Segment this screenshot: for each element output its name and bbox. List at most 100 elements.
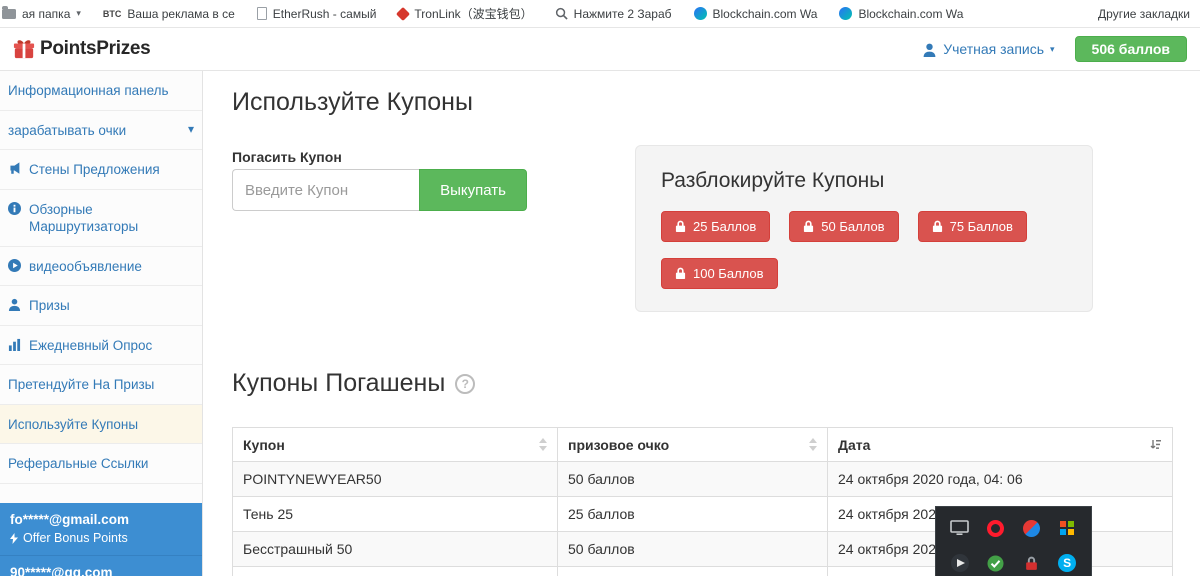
sidebar-item-video-ads[interactable]: видеообъявление — [0, 247, 202, 287]
lock-icon[interactable] — [1014, 549, 1050, 576]
unlock-100-button[interactable]: 100 Баллов — [661, 258, 778, 289]
cell-coupon: Бесстрашный 50 — [233, 532, 558, 567]
unlock-button-label: 25 Баллов — [693, 219, 756, 234]
logo-text: PointsPrizes — [40, 38, 150, 60]
bookmark-item[interactable]: TronLink（波宝钱包） — [398, 5, 532, 22]
sidebar-accounts: fo*****@gmail.com Offer Bonus Points 90*… — [0, 503, 202, 576]
column-header-coupon[interactable]: Купон — [233, 428, 558, 462]
sidebar-item-label: Информационная панель — [8, 82, 169, 100]
table-row: POINTYNEWYEAR50 50 баллов 24 октября 202… — [233, 462, 1173, 497]
unlock-coupons-card: Разблокируйте Купоны 25 Баллов 50 Баллов… — [635, 145, 1093, 312]
sidebar-item-offer-walls[interactable]: Стены Предложения — [0, 150, 202, 190]
sidebar-item-label: Претендуйте На Призы — [8, 376, 154, 394]
sidebar-item-survey-routers[interactable]: Обзорные Маршрутизаторы — [0, 190, 202, 247]
table-header-row: Купон призовое очко Дата — [233, 428, 1173, 462]
cell-points: 50 баллов — [558, 462, 828, 497]
sidebar: Информационная панель зарабатывать очки … — [0, 71, 203, 576]
bookmark-item[interactable]: Blockchain.com Wa — [839, 7, 963, 21]
folder-icon — [2, 9, 16, 19]
account-label: Учетная запись — [943, 41, 1044, 57]
column-header-label: призовое очко — [568, 437, 669, 453]
sort-both-icon — [539, 438, 547, 451]
bolt-icon — [10, 533, 18, 544]
chevron-down-icon: ▾ — [76, 8, 81, 19]
app-header: PointsPrizes Учетная запись ▾ 506 баллов — [0, 28, 1200, 71]
pointsprizes-logo[interactable]: PointsPrizes — [13, 38, 150, 60]
skype-icon[interactable] — [1049, 549, 1085, 576]
lock-icon — [675, 220, 686, 233]
screen: ая папка ▾ BTC Ваша реклама в се EtherRu… — [0, 0, 1200, 576]
btc-icon: BTC — [103, 9, 122, 19]
column-header-points[interactable]: призовое очко — [558, 428, 828, 462]
lock-icon — [803, 220, 814, 233]
info-icon — [8, 202, 21, 215]
page-icon — [257, 7, 267, 20]
megaphone-icon — [8, 162, 21, 175]
bookmark-label: TronLink（波宝钱包） — [414, 5, 532, 22]
sidebar-item-earn-points[interactable]: зарабатывать очки ▾ — [0, 111, 202, 151]
bookmark-item[interactable]: Blockchain.com Wa — [694, 7, 818, 21]
history-title-label: Купоны Погашены — [232, 369, 445, 398]
sidebar-item-use-coupons[interactable]: Используйте Купоны — [0, 405, 202, 445]
account-menu[interactable]: Учетная запись ▾ — [922, 41, 1054, 57]
unlock-button-label: 50 Баллов — [821, 219, 884, 234]
bookmarks-bar: ая папка ▾ BTC Ваша реклама в се EtherRu… — [0, 0, 1200, 28]
bookmark-label: ая папка — [22, 7, 70, 21]
cell-date: 24 октября 2020 года, 04: 06 — [828, 462, 1173, 497]
sort-amount-icon — [1150, 439, 1162, 451]
sidebar-item-label: Используйте Купоны — [8, 416, 138, 434]
media-player-icon[interactable] — [942, 549, 978, 576]
other-bookmarks[interactable]: Другие закладки — [1098, 7, 1190, 21]
redeem-button[interactable]: Выкупать — [419, 169, 527, 211]
system-tray-popup — [935, 506, 1092, 576]
sidebar-item-referral-links[interactable]: Реферальные Ссылки — [0, 444, 202, 484]
coupon-input[interactable] — [232, 169, 419, 211]
bookmark-item[interactable]: EtherRush - самый — [257, 7, 377, 21]
redeem-group: Выкупать — [232, 169, 527, 211]
colored-grid-icon[interactable] — [1049, 514, 1085, 542]
header-right: Учетная запись ▾ 506 баллов — [922, 36, 1187, 62]
column-header-label: Купон — [243, 437, 285, 453]
help-icon[interactable] — [455, 374, 475, 394]
sort-both-icon — [809, 438, 817, 451]
person-icon — [922, 42, 937, 57]
history-title: Купоны Погашены — [232, 369, 475, 398]
sidebar-item-claim-prizes[interactable]: Претендуйте На Призы — [0, 365, 202, 405]
sidebar-item-prizes[interactable]: Призы — [0, 286, 202, 326]
page-title: Используйте Купоны — [232, 88, 473, 117]
account-block[interactable]: 90*****@qq.com Offer Bonus Points — [0, 556, 202, 576]
unlock-button-label: 75 Баллов — [950, 219, 1013, 234]
unlock-card-title: Разблокируйте Купоны — [661, 169, 1067, 193]
cell-coupon: Тень 25 — [233, 497, 558, 532]
blockchain-icon — [694, 7, 707, 20]
lock-icon — [675, 267, 686, 280]
account-subtitle: Offer Bonus Points — [10, 531, 192, 545]
sidebar-item-label: Обзорные Маршрутизаторы — [29, 201, 194, 236]
sidebar-item-label: Ежедневный Опрос — [29, 337, 152, 355]
main-content: Используйте Купоны Погасить Купон Выкупа… — [203, 71, 1200, 576]
unlock-button-label: 100 Баллов — [693, 266, 764, 281]
column-header-date[interactable]: Дата — [828, 428, 1173, 462]
account-block[interactable]: fo*****@gmail.com Offer Bonus Points — [0, 503, 202, 556]
bookmark-item[interactable]: BTC Ваша реклама в се — [103, 7, 235, 21]
sidebar-item-label: зарабатывать очки — [8, 122, 126, 140]
points-badge[interactable]: 506 баллов — [1075, 36, 1187, 62]
sidebar-item-daily-poll[interactable]: Ежедневный Опрос — [0, 326, 202, 366]
unlock-50-button[interactable]: 50 Баллов — [789, 211, 898, 242]
unlock-75-button[interactable]: 75 Баллов — [918, 211, 1027, 242]
monitor-icon[interactable] — [942, 514, 978, 542]
bookmark-label: Нажмите 2 Зараб — [574, 7, 672, 21]
cell-points: 25 баллов — [558, 497, 828, 532]
account-subtitle-label: Offer Bonus Points — [23, 531, 128, 545]
bookmark-item-folder[interactable]: ая папка ▾ — [2, 7, 81, 21]
play-icon — [8, 259, 21, 272]
opera-icon[interactable] — [978, 514, 1014, 542]
sidebar-item-dashboard[interactable]: Информационная панель — [0, 71, 202, 111]
unlock-buttons: 25 Баллов 50 Баллов 75 Баллов 100 Баллов — [661, 211, 1051, 289]
cell-points: 50 баллов — [558, 532, 828, 567]
unlock-25-button[interactable]: 25 Баллов — [661, 211, 770, 242]
colored-app-icon[interactable] — [1014, 514, 1050, 542]
green-check-icon[interactable] — [978, 549, 1014, 576]
bookmark-item[interactable]: Нажмите 2 Зараб — [555, 7, 672, 21]
sidebar-item-label: Призы — [29, 297, 70, 315]
